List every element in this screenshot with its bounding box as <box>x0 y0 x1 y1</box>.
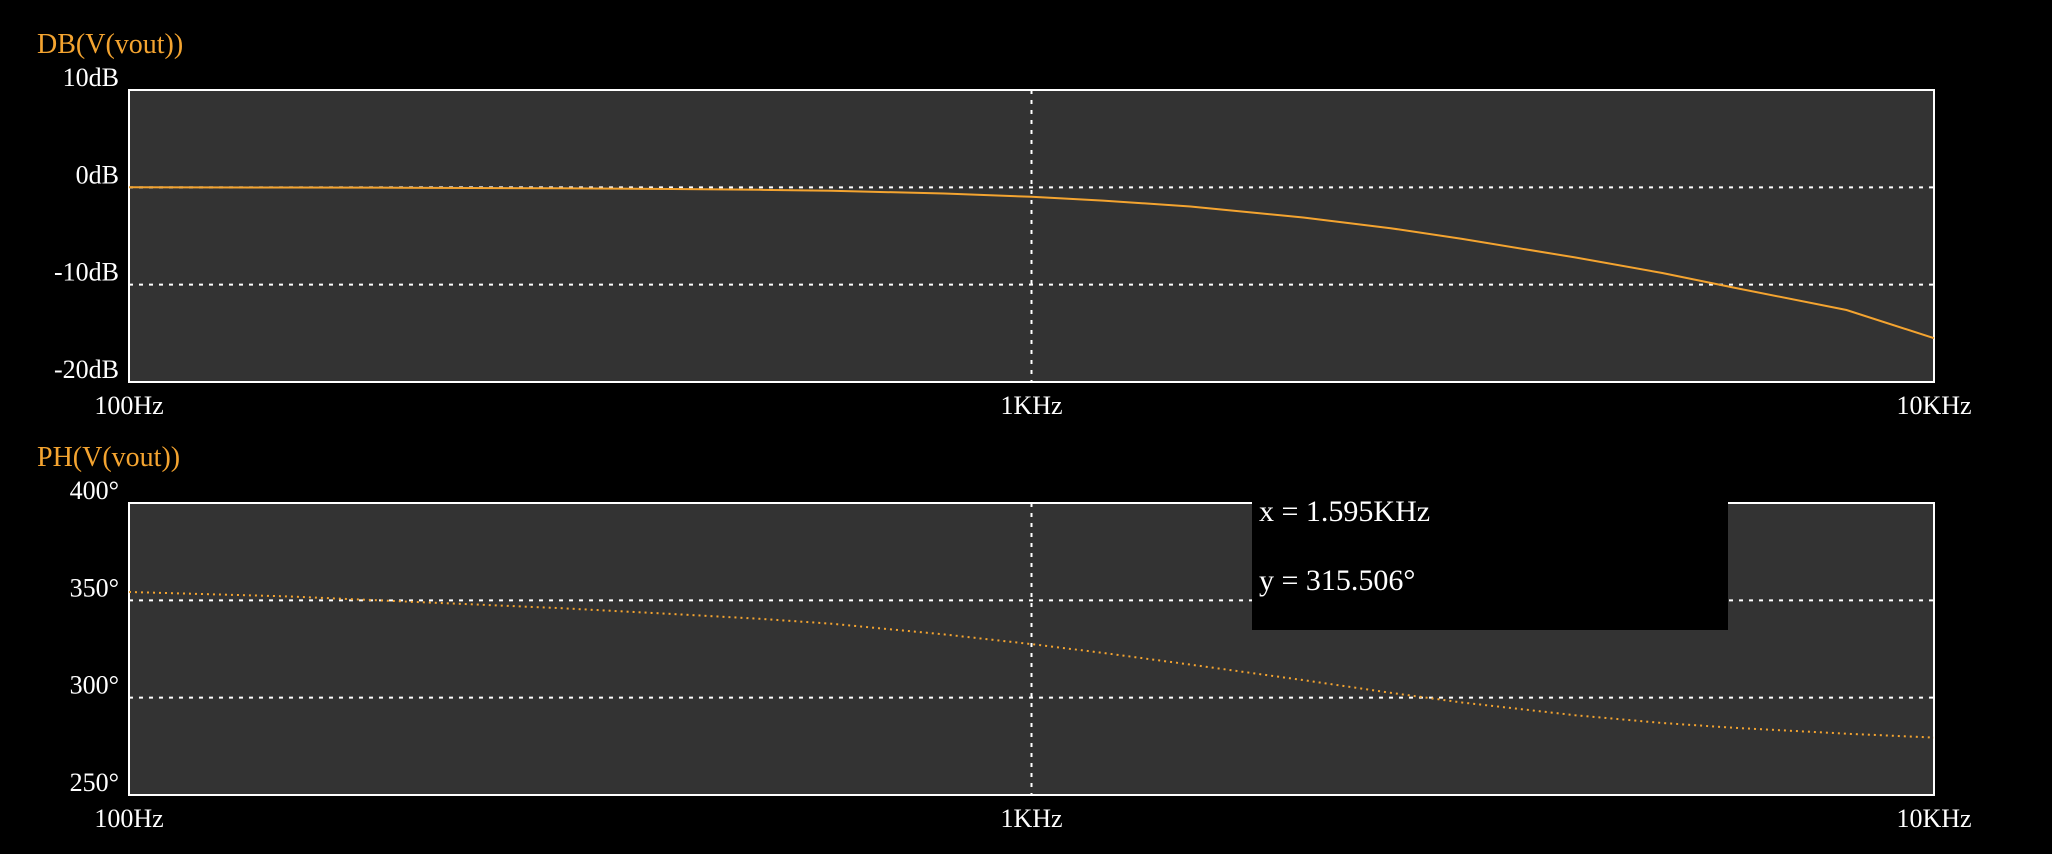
magnitude-y-tick-label: 10dB <box>63 63 119 92</box>
magnitude-plot: DB(V(vout)) 10dB0dB-10dB-20dB 100Hz 1KHz 1… <box>37 29 1972 420</box>
magnitude-x-tick-label: 100Hz <box>94 391 163 420</box>
phase-y-tick-label: 300° <box>70 671 119 700</box>
magnitude-y-ticks: 10dB 0dB -10dB -20dB <box>54 63 119 384</box>
phase-y-tick-label: 350° <box>70 573 119 602</box>
phase-title: PH(V(vout)) <box>37 442 180 473</box>
phase-x-tick-label: 10KHz <box>1896 804 1971 833</box>
magnitude-y-tick-label: -20dB <box>54 355 119 384</box>
magnitude-x-tick-label: 1KHz <box>1000 391 1062 420</box>
cursor-x-value: x = 1.595KHz <box>1259 495 1430 528</box>
magnitude-y-tick-label: -10dB <box>54 258 119 287</box>
phase-y-tick-label: 400° <box>70 476 119 505</box>
phase-y-tick-label: 250° <box>70 768 119 797</box>
bode-plots: DB(V(vout)) 10dB0dB-10dB-20dB 100Hz 1KHz 1… <box>37 29 1972 833</box>
magnitude-x-tick-label: 10KHz <box>1896 391 1971 420</box>
phase-x-tick-label: 100Hz <box>94 804 163 833</box>
phase-x-tick-label: 1KHz <box>1000 804 1062 833</box>
magnitude-y-tick-label: 0dB <box>76 160 119 189</box>
magnitude-title: DB(V(vout)) <box>37 29 183 60</box>
phase-y-ticks: 400° 350° 300° 250° <box>70 476 119 797</box>
magnitude-x-ticks: 100Hz 1KHz 10KHz <box>94 391 1971 420</box>
cursor-y-value: y = 315.506° <box>1259 564 1415 597</box>
cursor-readout[interactable]: x = 1.595KHz y = 315.506° <box>1252 495 1728 630</box>
phase-x-ticks: 100Hz 1KHz 10KHz <box>94 804 1971 833</box>
